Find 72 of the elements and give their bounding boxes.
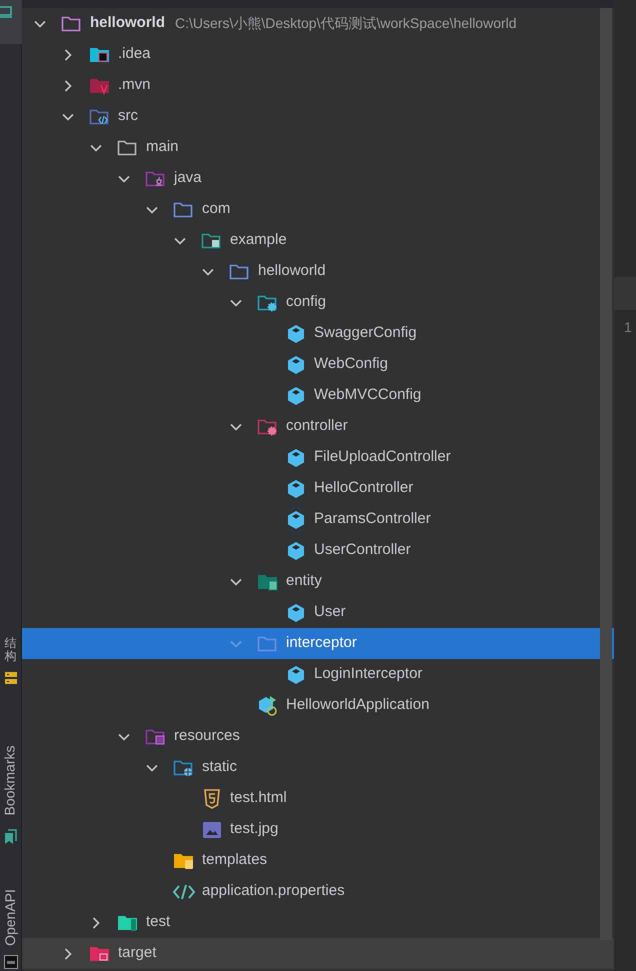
tree-item-label: example xyxy=(230,230,287,250)
class-icon xyxy=(286,602,306,622)
tree-item-label: test.jpg xyxy=(230,819,278,840)
chevron-icon[interactable] xyxy=(62,48,74,60)
class-icon xyxy=(286,664,306,684)
bookmark-icon[interactable] xyxy=(4,829,18,845)
tree-item-label: helloworld xyxy=(90,13,165,34)
class-icon xyxy=(286,386,306,406)
scrollbar[interactable] xyxy=(600,8,612,940)
tree-item-label: SwaggerConfig xyxy=(314,323,417,344)
html-file-icon xyxy=(202,788,222,808)
api-icon[interactable] xyxy=(4,955,18,969)
class-icon xyxy=(286,448,306,468)
folder-icon xyxy=(229,262,251,282)
tree-row[interactable]: interceptor xyxy=(22,628,614,659)
folder-icon xyxy=(89,106,111,126)
tree-item-label: config xyxy=(286,292,326,312)
folder-icon xyxy=(173,758,195,778)
tree-item-label: helloworld xyxy=(258,261,326,282)
tree-item-label: com xyxy=(202,199,230,220)
structure-icon[interactable] xyxy=(4,671,18,685)
side-tab-label[interactable]: 结构 xyxy=(4,636,16,663)
tree-item-label: test.html xyxy=(230,788,287,808)
tree-item-label: HelloworldApplication xyxy=(286,695,430,716)
line-number: 1 xyxy=(623,318,633,337)
chevron-icon[interactable] xyxy=(62,80,74,92)
tree-item-label: entity xyxy=(286,571,322,592)
folder-icon xyxy=(145,726,167,746)
folder-icon xyxy=(145,168,167,188)
tree-item-label: .idea xyxy=(118,44,151,64)
tree-item-label: target xyxy=(118,943,156,964)
tree-item-label: UserController xyxy=(314,540,411,560)
class-icon xyxy=(286,324,306,344)
class-icon xyxy=(286,354,306,374)
folder-icon xyxy=(173,200,195,220)
class-icon xyxy=(286,478,306,498)
tree-item-label: controller xyxy=(286,416,348,436)
tree-item-label: templates xyxy=(202,850,268,870)
class-icon xyxy=(286,510,306,530)
tree-item-label: WebConfig xyxy=(314,354,388,374)
image-file-icon xyxy=(202,820,222,840)
tree-item-label: LoginInterceptor xyxy=(314,664,422,684)
tree-item-label: src xyxy=(118,106,138,126)
tree-item-label: java xyxy=(174,168,202,188)
folder-icon xyxy=(201,230,223,250)
tree-item-label: static xyxy=(202,757,238,778)
chevron-icon[interactable] xyxy=(90,916,102,928)
monitor-icon xyxy=(0,6,12,18)
chevron-icon[interactable] xyxy=(62,948,74,960)
tree-item-label: test xyxy=(146,912,170,932)
folder-icon xyxy=(257,634,279,654)
tree-item-label: ParamsController xyxy=(314,509,431,530)
folder-icon xyxy=(257,292,279,312)
module-path: C:\Users\小熊\Desktop\代码测试\workSpace\helloworld xyxy=(175,14,517,33)
tree-item-label: WebMVCConfig xyxy=(314,385,422,406)
side-tab-label[interactable]: Bookmarks xyxy=(0,744,21,816)
tree-item-label: User xyxy=(314,602,346,622)
side-tab-label[interactable]: OpenAPI xyxy=(0,888,21,946)
tree-item-label: FileUploadController xyxy=(314,447,451,468)
folder-icon xyxy=(257,416,279,436)
tree-item-label: HelloController xyxy=(314,478,414,498)
class-icon xyxy=(286,540,306,560)
tree-row[interactable]: target xyxy=(22,938,614,969)
class-icon xyxy=(257,694,279,716)
project-tab[interactable] xyxy=(0,0,22,44)
tree-item-label: .mvn xyxy=(118,75,151,96)
folder-icon xyxy=(117,138,139,158)
tree-item-label: main xyxy=(146,137,179,158)
tree-item-label: application.properties xyxy=(202,881,345,902)
tree-item-label: resources xyxy=(174,726,240,746)
tree-item-label: interceptor xyxy=(286,633,357,654)
folder-icon xyxy=(61,14,83,34)
